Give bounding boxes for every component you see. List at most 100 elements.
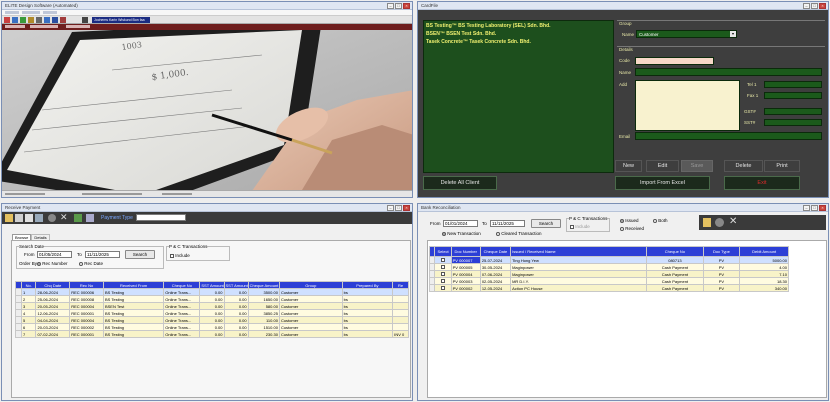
maximize-button[interactable]: □: [395, 205, 402, 211]
excel-icon[interactable]: [74, 214, 82, 222]
bank-from-date-field[interactable]: 01/01/2024: [443, 220, 478, 227]
column-header[interactable]: Prepared By: [341, 281, 394, 289]
toolbar-icon-1[interactable]: [4, 17, 10, 23]
company-list[interactable]: BS Testing™ BS Testing Laboratory (SEL) …: [423, 20, 614, 173]
toolbar-icon-4[interactable]: [28, 17, 34, 23]
column-header[interactable]: Cheque No: [163, 281, 201, 289]
maximize-button[interactable]: □: [811, 3, 818, 9]
minimize-button[interactable]: –: [387, 3, 394, 9]
table-row[interactable]: 6 20-03-2024 REC 000002 BS Testing Online Tr…: [14, 323, 409, 331]
code-field[interactable]: [635, 57, 714, 65]
menu-item-view[interactable]: [43, 11, 57, 14]
to-date-field[interactable]: 11/11/2025: [85, 251, 120, 258]
maximize-button[interactable]: □: [811, 205, 818, 211]
column-header[interactable]: Cheque Date: [479, 246, 512, 257]
table-row[interactable]: 2 25-06-2024 REC 000008 BS Testing Online Tr…: [14, 295, 409, 303]
include-checkbox[interactable]: [170, 253, 174, 258]
column-header[interactable]: Group: [278, 281, 343, 289]
toolbar-icon-7[interactable]: [52, 17, 58, 23]
close-button[interactable]: ×: [403, 205, 410, 211]
gst-field[interactable]: [764, 108, 822, 115]
settings-icon[interactable]: [48, 214, 56, 222]
export-icon[interactable]: [86, 214, 94, 222]
delete-icon[interactable]: ✕: [729, 217, 737, 227]
column-header[interactable]: SST Amount: [223, 281, 249, 289]
rec-number-radio[interactable]: [37, 261, 41, 266]
minimize-button[interactable]: –: [387, 205, 394, 211]
close-button[interactable]: ×: [403, 3, 410, 9]
edit-button[interactable]: Edit: [646, 160, 679, 172]
column-header[interactable]: Rec No: [69, 281, 104, 289]
toolbar-icon-3[interactable]: [20, 17, 26, 23]
import-excel-button[interactable]: Import From Excel: [615, 176, 710, 190]
column-header[interactable]: Debit Amount: [739, 246, 789, 257]
nav-item-3[interactable]: [66, 25, 90, 28]
company-item[interactable]: BSEN™ BSEN Test Sdn. Bhd.: [426, 30, 551, 38]
bank-to-date-field[interactable]: 11/11/2025: [490, 220, 525, 227]
select-checkbox[interactable]: [441, 286, 446, 291]
search-button[interactable]: Search: [125, 250, 155, 259]
fax-field[interactable]: [764, 92, 822, 99]
select-checkbox[interactable]: [441, 272, 446, 277]
group-name-select[interactable]: Customer ▾: [636, 30, 737, 38]
select-checkbox[interactable]: [441, 279, 446, 284]
select-checkbox[interactable]: [441, 258, 446, 263]
table-row[interactable]: PV 000003 02-05-2024 MR D.I.Y. Cash Payment…: [428, 277, 789, 285]
bank-search-button[interactable]: Search: [531, 219, 561, 228]
notes-icon[interactable]: [703, 218, 711, 227]
table-row[interactable]: PV 000005 30-05-2024 Maginpower Cash Paymen…: [428, 263, 789, 271]
minimize-button[interactable]: –: [803, 3, 810, 9]
column-header[interactable]: Re: [392, 281, 409, 289]
table-row[interactable]: PV 000007 25-07-2024 Ting Hong Yew 080713 PV…: [428, 256, 789, 264]
exit-button[interactable]: Exit: [724, 176, 800, 190]
rec-date-radio[interactable]: [79, 261, 83, 266]
payment-type-select[interactable]: [136, 214, 186, 221]
column-header[interactable]: Doc Number: [450, 246, 481, 257]
minimize-button[interactable]: –: [803, 205, 810, 211]
table-row[interactable]: PV 000004 07-06-2024 Maginpower Cash Paymen…: [428, 270, 789, 278]
column-header[interactable]: SST Amount: [199, 281, 225, 289]
issued-radio[interactable]: [620, 218, 624, 223]
menu-item-edit[interactable]: [22, 11, 40, 14]
menu-item-file[interactable]: [5, 11, 19, 14]
settings-icon[interactable]: [715, 218, 724, 227]
column-header[interactable]: No.: [20, 281, 37, 289]
new-doc-icon[interactable]: [5, 214, 13, 222]
received-radio[interactable]: [620, 226, 624, 231]
table-row[interactable]: 5 04-04-2024 REC 000004 BS Testing Online Tr…: [14, 316, 409, 324]
toolbar-icon-2[interactable]: [12, 17, 18, 23]
table-row[interactable]: 4 12-06-2024 REC 000001 BS Testing Online Tr…: [14, 309, 409, 317]
toolbar-icon-9[interactable]: [82, 17, 88, 23]
email-field[interactable]: [635, 132, 822, 140]
table-row[interactable]: PV 000002 12-05-2024 Action PC House Cash P…: [428, 284, 789, 292]
chevron-down-icon[interactable]: ▾: [730, 31, 736, 37]
company-item[interactable]: Tasek Concrete™ Tasek Concrete Sdn. Bhd.: [426, 38, 551, 46]
new-transaction-radio[interactable]: [442, 231, 446, 236]
tel-field[interactable]: [764, 81, 822, 88]
column-header[interactable]: Doc Type: [702, 246, 741, 257]
save-button[interactable]: Save: [681, 160, 713, 172]
bank-include-checkbox[interactable]: [570, 224, 574, 229]
column-header[interactable]: Cheque Amount: [247, 281, 280, 289]
column-header[interactable]: Chq Date: [35, 281, 71, 289]
toolbar-icon-8[interactable]: [60, 17, 66, 23]
maximize-button[interactable]: □: [395, 3, 402, 9]
edit-doc-icon[interactable]: [15, 214, 23, 222]
toolbar-icon-5[interactable]: [36, 17, 42, 23]
column-header[interactable]: Cheque No: [646, 246, 704, 257]
column-header[interactable]: Received From: [102, 281, 165, 289]
close-button[interactable]: ×: [819, 205, 826, 211]
from-date-field[interactable]: 01/05/2024: [37, 251, 72, 258]
table-row[interactable]: 1 28-06-2024 REC 000006 BS Testing Online Tr…: [14, 288, 409, 296]
name-field[interactable]: [635, 68, 822, 76]
sst-field[interactable]: [764, 119, 822, 126]
new-button[interactable]: New: [615, 160, 642, 172]
cleared-transaction-radio[interactable]: [496, 231, 500, 236]
company-item[interactable]: BS Testing™ BS Testing Laboratory (SEL) …: [426, 22, 551, 30]
delete-button[interactable]: Delete: [724, 160, 763, 172]
table-row[interactable]: 3 20-05-2024 REC 000004 BSEN Test Online Tra…: [14, 302, 409, 310]
nav-item-2[interactable]: [30, 25, 58, 28]
select-checkbox[interactable]: [441, 265, 446, 270]
table-row[interactable]: 7 07-02-2024 REC 000001 BS Testing Online Tr…: [14, 330, 409, 338]
nav-item-1[interactable]: [5, 25, 25, 28]
